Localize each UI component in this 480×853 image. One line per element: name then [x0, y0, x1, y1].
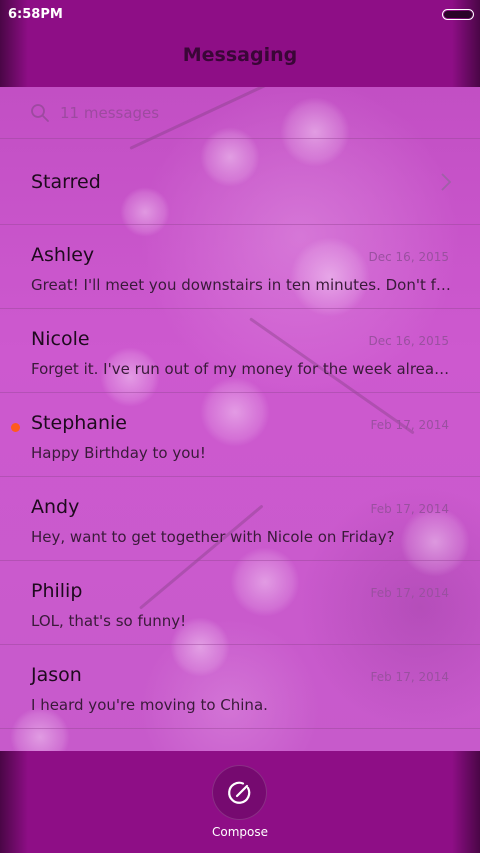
starred-label: Starred [31, 171, 101, 193]
page-title: Messaging [182, 44, 298, 66]
compose-icon [227, 781, 250, 804]
bottom-bar: Compose [0, 751, 480, 853]
message-preview: Hey, want to get together with Nicole on… [31, 528, 395, 546]
message-item[interactable]: Nicole Dec 16, 2015 Forget it. I've run … [0, 308, 480, 392]
compose-label: Compose [211, 825, 268, 839]
message-sender: Andy [31, 496, 80, 518]
message-preview: Happy Birthday to you! [31, 444, 206, 462]
starred-row[interactable]: Starred [0, 140, 480, 224]
message-date: Dec 16, 2015 [368, 250, 449, 264]
message-sender: Jason [31, 664, 82, 686]
message-date: Feb 17, 2014 [370, 418, 450, 432]
message-sender: Nicole [31, 328, 90, 350]
message-sender: Ashley [31, 244, 95, 266]
message-item[interactable]: Andy Feb 17, 2014 Hey, want to get toget… [0, 476, 480, 560]
message-date: Dec 16, 2015 [368, 334, 449, 348]
list-divider [0, 728, 480, 729]
message-sender: Stephanie [31, 412, 127, 434]
search-icon [31, 103, 49, 122]
message-date: Feb 17, 2014 [370, 670, 450, 684]
message-date: Feb 17, 2014 [370, 502, 450, 516]
message-item[interactable]: Ashley Dec 16, 2015 Great! I'll meet you… [0, 224, 480, 308]
battery-icon [442, 8, 474, 20]
status-time: 6:58PM [8, 6, 63, 22]
message-preview: LOL, that's so funny! [31, 612, 187, 630]
search-bar[interactable]: 11 messages [0, 87, 480, 139]
message-list: Ashley Dec 16, 2015 Great! I'll meet you… [0, 224, 480, 729]
message-preview: Great! I'll meet you downstairs in ten m… [31, 276, 451, 294]
status-bar: 6:58PM [0, 0, 480, 28]
search-placeholder: 11 messages [60, 103, 160, 122]
message-preview: Forget it. I've run out of my money for … [31, 360, 451, 378]
message-sender: Philip [31, 580, 83, 602]
message-list-area[interactable]: 11 messages Starred Ashley Dec 16, 2015 … [0, 87, 480, 751]
message-date: Feb 17, 2014 [370, 586, 450, 600]
message-item[interactable]: Philip Feb 17, 2014 LOL, that's so funny… [0, 560, 480, 644]
unread-dot-icon [11, 423, 20, 432]
message-preview: I heard you're moving to China. [31, 696, 268, 714]
chevron-right-icon [441, 173, 452, 191]
message-item[interactable]: Jason Feb 17, 2014 I heard you're moving… [0, 644, 480, 728]
top-bar: 6:58PM Messaging [0, 0, 480, 87]
compose-button[interactable] [212, 765, 267, 820]
message-item[interactable]: Stephanie Feb 17, 2014 Happy Birthday to… [0, 392, 480, 476]
